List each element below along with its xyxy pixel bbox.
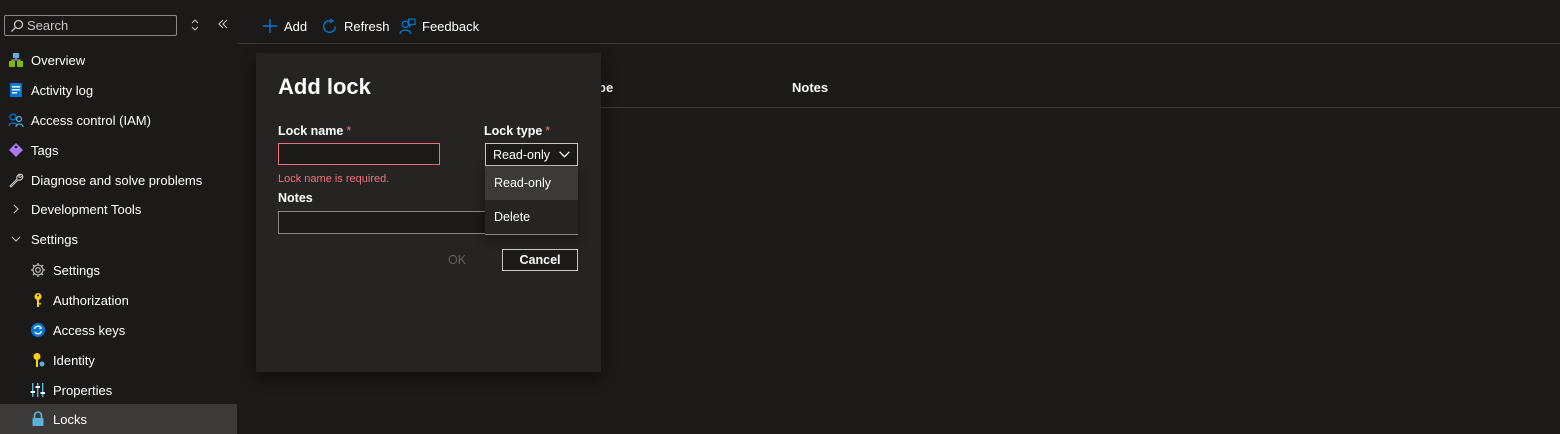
- search-box[interactable]: [4, 15, 177, 36]
- properties-icon: [30, 382, 46, 398]
- chevron-down-icon: [559, 151, 570, 158]
- sidebar-item-tags[interactable]: Tags: [0, 135, 237, 165]
- table-header-divider: [600, 107, 1560, 108]
- search-input[interactable]: [27, 16, 172, 35]
- column-header-notes[interactable]: Notes: [792, 80, 828, 95]
- command-bar: Add Refresh Feedback: [237, 0, 1560, 44]
- add-lock-dialog: Add lock Lock name * Lock name is require…: [256, 53, 601, 372]
- lock-name-label: Lock name *: [278, 124, 351, 138]
- sidebar-item-label: Tags: [31, 142, 59, 158]
- sidebar-item-label: Access control (IAM): [31, 112, 151, 128]
- overview-icon: [8, 52, 24, 68]
- sidebar-item-label: Locks: [53, 411, 87, 427]
- sidebar: Overview Activity log Access control (IA…: [0, 0, 237, 434]
- sidebar-item-label: Diagnose and solve problems: [31, 172, 203, 188]
- lock-type-options-list: Read-only Delete: [485, 166, 578, 235]
- tag-icon: [8, 142, 24, 158]
- lock-name-error: Lock name is required.: [278, 173, 390, 185]
- sidebar-item-label: Access keys: [53, 322, 126, 338]
- refresh-button[interactable]: Refresh: [321, 15, 390, 37]
- required-asterisk: *: [545, 124, 551, 138]
- cancel-button[interactable]: Cancel: [502, 249, 578, 271]
- sidebar-item-label: Development Tools: [31, 201, 142, 217]
- option-delete[interactable]: Delete: [485, 200, 578, 234]
- refresh-label: Refresh: [344, 18, 390, 34]
- sidebar-item-development-tools[interactable]: Development Tools: [0, 194, 237, 224]
- search-icon: [11, 19, 24, 32]
- key-icon: [30, 292, 46, 308]
- sidebar-item-access-control[interactable]: Access control (IAM): [0, 105, 237, 135]
- sidebar-item-label: Properties: [53, 382, 113, 398]
- sidebar-item-properties[interactable]: Properties: [0, 375, 237, 405]
- sidebar-item-authorization[interactable]: Authorization: [0, 285, 237, 315]
- sidebar-item-locks[interactable]: Locks: [0, 404, 237, 434]
- lock-type-selected-value: Read-only: [493, 147, 550, 162]
- sidebar-item-label: Settings: [31, 231, 78, 247]
- required-asterisk: *: [346, 124, 352, 138]
- chevron-right-icon: [8, 201, 24, 217]
- sidebar-group-settings[interactable]: Settings: [0, 224, 237, 254]
- feedback-icon: [399, 17, 416, 34]
- gear-icon: [30, 262, 46, 278]
- lock-name-input[interactable]: [278, 143, 440, 165]
- ok-button[interactable]: OK: [442, 250, 472, 270]
- people-icon: [8, 112, 24, 128]
- sidebar-item-label: Authorization: [53, 292, 129, 308]
- activity-log-icon: [8, 82, 24, 98]
- option-read-only[interactable]: Read-only: [485, 166, 578, 200]
- refresh-icon: [323, 17, 337, 33]
- sidebar-item-identity[interactable]: Identity: [0, 345, 237, 375]
- feedback-label: Feedback: [422, 18, 480, 34]
- sidebar-item-settings[interactable]: Settings: [0, 255, 237, 285]
- lock-type-label-text: Lock type: [484, 124, 543, 138]
- double-chevron-left-icon[interactable]: [216, 16, 230, 34]
- wrench-icon: [8, 172, 24, 188]
- plus-icon: [263, 19, 277, 33]
- add-label: Add: [284, 18, 308, 34]
- sidebar-item-label: Settings: [53, 262, 100, 278]
- sidebar-item-label: Overview: [31, 52, 86, 68]
- access-keys-icon: [30, 322, 46, 338]
- lock-name-label-text: Lock name: [278, 124, 344, 138]
- sidebar-item-overview[interactable]: Overview: [0, 45, 237, 75]
- dialog-title: Add lock: [278, 74, 371, 99]
- lock-type-label: Lock type *: [484, 124, 550, 138]
- notes-label: Notes: [278, 191, 313, 205]
- lock-type-dropdown[interactable]: Read-only: [485, 143, 578, 166]
- sidebar-item-diagnose[interactable]: Diagnose and solve problems: [0, 165, 237, 195]
- sidebar-item-label: Identity: [53, 352, 95, 368]
- sidebar-item-activity-log[interactable]: Activity log: [0, 75, 237, 105]
- feedback-button[interactable]: Feedback: [399, 15, 479, 37]
- add-button[interactable]: Add: [262, 15, 307, 37]
- sidebar-item-label: Activity log: [31, 82, 94, 98]
- identity-key-icon: [30, 352, 46, 368]
- chevron-down-icon: [8, 231, 24, 247]
- lock-icon: [30, 411, 46, 427]
- up-down-arrows-icon[interactable]: [188, 17, 202, 35]
- sidebar-item-access-keys[interactable]: Access keys: [0, 315, 237, 345]
